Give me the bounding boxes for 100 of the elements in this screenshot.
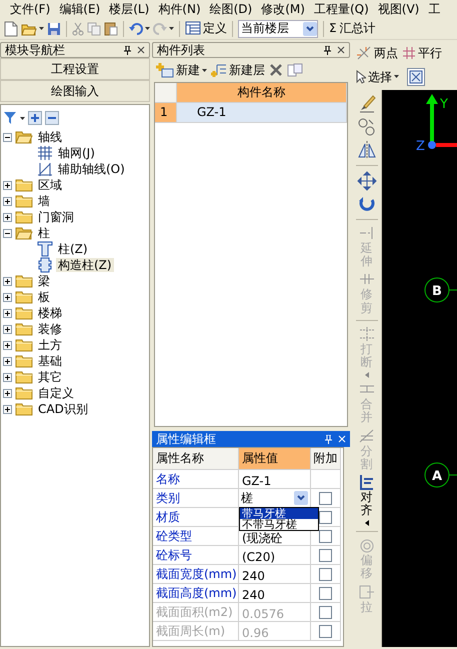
define-button[interactable]: 定义 bbox=[185, 21, 227, 36]
expand-toggle-icon[interactable] bbox=[3, 308, 12, 318]
draw-tool-button[interactable]: 两点 bbox=[356, 45, 398, 61]
tree-item[interactable]: 板 bbox=[36, 290, 52, 304]
select-button[interactable]: 选择 bbox=[356, 70, 399, 84]
property-value[interactable]: GZ-1 bbox=[242, 474, 272, 488]
tree-item[interactable]: 墙 bbox=[36, 194, 52, 208]
tree-item[interactable]: 辅助轴线(O) bbox=[56, 162, 127, 176]
toolbar-button[interactable] bbox=[129, 22, 150, 36]
expand-toggle-icon[interactable] bbox=[3, 356, 12, 366]
new-component-icon bbox=[156, 62, 174, 78]
tree-item[interactable]: 门窗洞 bbox=[36, 210, 76, 224]
tree-item[interactable]: 自定义 bbox=[36, 386, 76, 400]
folder-icon bbox=[15, 290, 33, 304]
tree-item[interactable]: 轴网(J) bbox=[56, 146, 97, 160]
expand-toggle-icon[interactable] bbox=[3, 324, 12, 334]
checkbox[interactable] bbox=[319, 568, 332, 580]
toolbar-button[interactable] bbox=[153, 22, 174, 36]
expand-toggle-icon[interactable] bbox=[3, 196, 12, 206]
expand-toggle-icon[interactable] bbox=[3, 292, 12, 302]
close-icon[interactable] bbox=[337, 46, 345, 54]
tree-item[interactable]: 柱(Z) bbox=[56, 242, 90, 256]
menu-item[interactable]: 绘图(D) bbox=[210, 2, 252, 16]
header-cell bbox=[155, 83, 177, 103]
tree-item[interactable]: 轴线 bbox=[36, 130, 64, 144]
summary-button[interactable]: 汇总计 bbox=[340, 21, 376, 36]
expand-toggle-icon[interactable] bbox=[3, 372, 12, 382]
toolbar-button[interactable] bbox=[104, 21, 118, 36]
menu-item[interactable]: 修改(M) bbox=[261, 2, 305, 16]
toolbar-button[interactable] bbox=[21, 22, 44, 36]
property-value[interactable]: (C20) bbox=[242, 550, 276, 564]
checkbox[interactable] bbox=[319, 510, 332, 524]
delete-button[interactable] bbox=[269, 63, 283, 77]
checkbox[interactable] bbox=[319, 492, 332, 504]
origin-marker bbox=[428, 141, 436, 149]
menu-item[interactable]: 工 bbox=[428, 2, 440, 16]
tree-item[interactable]: 区域 bbox=[36, 178, 64, 192]
floor-select[interactable]: 当前楼层 bbox=[238, 20, 318, 38]
tree-item[interactable]: 土方 bbox=[36, 338, 64, 352]
pin-icon[interactable] bbox=[124, 46, 131, 54]
undo-icon bbox=[129, 22, 143, 36]
mirror-icon[interactable] bbox=[356, 140, 376, 160]
draw-tool-button[interactable]: 平行 bbox=[402, 46, 442, 60]
tree-item[interactable]: 柱 bbox=[36, 226, 52, 240]
collapse-toggle-icon[interactable] bbox=[3, 132, 12, 142]
expand-toggle-icon[interactable] bbox=[3, 180, 12, 190]
expand-toggle-icon[interactable] bbox=[3, 388, 12, 398]
edit-tool-button[interactable]: 对齐 bbox=[358, 474, 374, 518]
new-layer-button[interactable]: 新建层 bbox=[211, 62, 265, 78]
menu-item[interactable]: 工程量(Q) bbox=[314, 2, 369, 16]
checkbox[interactable] bbox=[319, 586, 332, 600]
new-file-icon bbox=[4, 20, 18, 36]
axis-bubble: B bbox=[424, 278, 450, 302]
toolbar-button[interactable] bbox=[47, 22, 61, 36]
close-icon[interactable] bbox=[137, 46, 145, 54]
box-select-button[interactable] bbox=[407, 68, 425, 86]
toolbar-button[interactable] bbox=[4, 20, 18, 36]
pin-icon[interactable] bbox=[324, 46, 331, 54]
menu-item[interactable]: 视图(V) bbox=[378, 2, 420, 16]
menu-item[interactable]: 构件(N) bbox=[158, 2, 201, 16]
tree-item[interactable]: 构造柱(Z) bbox=[56, 258, 114, 272]
tree-item[interactable]: 楼梯 bbox=[36, 306, 64, 320]
collapse-toggle-icon[interactable] bbox=[3, 228, 12, 238]
checkbox[interactable] bbox=[319, 548, 332, 562]
category-combo[interactable]: 槎 bbox=[239, 489, 310, 507]
expand-toggle-icon[interactable] bbox=[3, 404, 12, 414]
expand-toggle-icon[interactable] bbox=[3, 276, 12, 286]
menu-item[interactable]: 楼层(L) bbox=[109, 2, 150, 16]
tree-item[interactable]: 装修 bbox=[36, 322, 64, 336]
menu-item[interactable]: 文件(F) bbox=[10, 2, 50, 16]
expand-toggle-icon[interactable] bbox=[3, 340, 12, 350]
axis-bubble: A bbox=[424, 462, 450, 488]
dropdown-option[interactable]: 不带马牙槎 bbox=[240, 519, 318, 530]
tree-item[interactable]: 梁 bbox=[36, 274, 52, 288]
tree-item[interactable]: CAD识别 bbox=[36, 402, 90, 416]
expand-toggle-icon[interactable] bbox=[3, 212, 12, 222]
axis-label: Y bbox=[440, 97, 448, 112]
redo-icon bbox=[153, 22, 167, 36]
property-name: 截面高度(mm) bbox=[153, 584, 239, 603]
panel-title: 属性编辑框 bbox=[156, 432, 217, 446]
module-button[interactable]: 绘图输入 bbox=[0, 80, 150, 102]
circles-icon[interactable] bbox=[356, 117, 376, 137]
column-header[interactable]: 构件名称 bbox=[177, 83, 347, 103]
checkbox[interactable] bbox=[319, 530, 332, 542]
property-name: 材质 bbox=[153, 508, 239, 527]
copy-button[interactable] bbox=[287, 63, 303, 77]
property-value[interactable]: 240 bbox=[242, 568, 265, 583]
property-value[interactable]: 240 bbox=[242, 588, 265, 602]
property-value[interactable]: (现浇砼 bbox=[242, 530, 283, 545]
move-icon[interactable] bbox=[356, 171, 376, 191]
tree-item[interactable]: 其它 bbox=[36, 370, 64, 384]
offset-icon bbox=[358, 537, 374, 554]
folder-icon bbox=[15, 370, 33, 384]
table-cell[interactable]: GZ-1 bbox=[177, 103, 347, 123]
module-button[interactable]: 工程设置 bbox=[0, 58, 150, 80]
tree-item[interactable]: 基础 bbox=[36, 354, 64, 368]
menu-item[interactable]: 编辑(E) bbox=[59, 2, 100, 16]
dropdown-option[interactable]: 带马牙槎 bbox=[240, 508, 318, 519]
new-button[interactable]: 新建 bbox=[156, 62, 207, 78]
new-layer-icon bbox=[211, 62, 227, 78]
